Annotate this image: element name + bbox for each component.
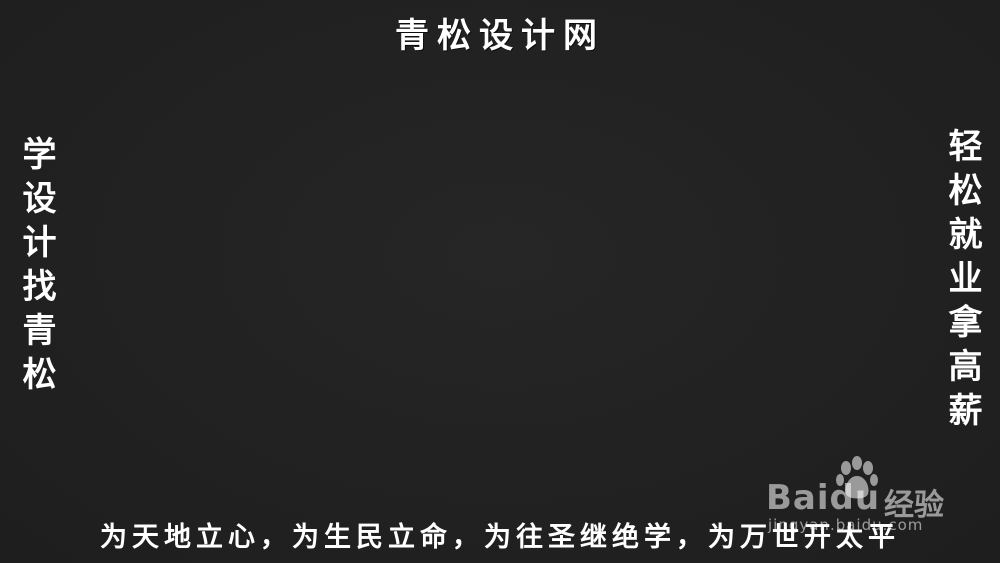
watermark-url: jingyan.baidu.com bbox=[768, 516, 924, 534]
watermark-brand: Baidu bbox=[766, 478, 880, 518]
baidu-jingyan-watermark: Baidu 经验 jingyan.baidu.com bbox=[766, 456, 976, 536]
watermark-brand-text: Bai bbox=[766, 478, 830, 518]
page-title: 青松设计网 bbox=[395, 16, 605, 56]
right-vertical-slogan: 轻松就业拿高薪 bbox=[942, 128, 982, 436]
watermark-brand-suffix: du bbox=[829, 478, 881, 518]
slide-canvas: 青松设计网 学设计找青松 轻松就业拿高薪 为天地立心，为生民立命，为往圣继绝学，… bbox=[0, 0, 1000, 563]
left-vertical-slogan: 学设计找青松 bbox=[16, 136, 56, 400]
